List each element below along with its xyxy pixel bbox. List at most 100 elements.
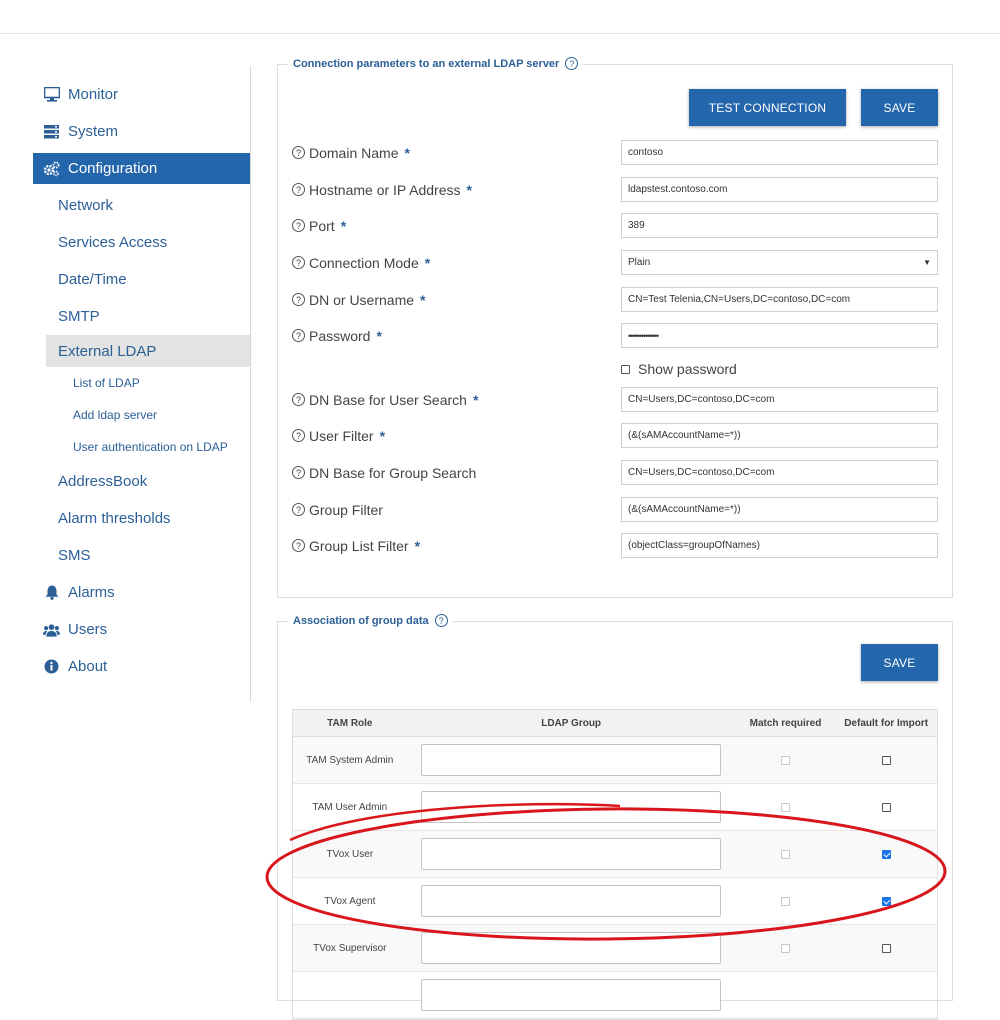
password-input[interactable]: •••••••••••••• [621, 323, 938, 348]
default-import-checkbox[interactable] [881, 802, 891, 812]
sidebar-item-about[interactable]: About [33, 648, 250, 685]
column-header-default-import: Default for Import [844, 717, 929, 729]
table-row: TVox User [293, 831, 937, 878]
dn-base-group-input[interactable]: CN=Users,DC=contoso,DC=com [621, 460, 938, 485]
sidebar-item-alarm-thresholds[interactable]: Alarm thresholds [33, 500, 250, 537]
sidebar-item-addressbook[interactable]: AddressBook [33, 463, 250, 500]
dn-username-input[interactable]: CN=Test Telenia,CN=Users,DC=contoso,DC=c… [621, 287, 938, 312]
sidebar-item-list-of-ldap[interactable]: List of LDAP [33, 367, 250, 399]
field-row-dn-base-user: ? DN Base for User Search * CN=Users,DC=co… [292, 387, 938, 412]
help-icon[interactable]: ? [292, 183, 305, 196]
default-import-checkbox[interactable] [881, 755, 891, 765]
sidebar-item-user-authentication-ldap[interactable]: User authentication on LDAP [33, 431, 250, 463]
help-icon[interactable]: ? [292, 256, 305, 269]
sidebar-item-label: External LDAP [58, 342, 157, 360]
ldap-group-input[interactable] [421, 979, 722, 1011]
top-bar [0, 0, 1000, 34]
table-row: TVox Agent [293, 878, 937, 925]
table-row: TAM System Admin [293, 737, 937, 784]
domain-name-input[interactable]: contoso [621, 140, 938, 165]
save-connection-button[interactable]: SAVE [861, 89, 938, 126]
ldap-group-input[interactable] [421, 791, 722, 823]
help-icon[interactable]: ? [565, 57, 579, 70]
field-row-group-filter: ? Group Filter (&(sAMAccountName=*)) [292, 497, 938, 522]
default-import-checkbox[interactable] [881, 896, 891, 906]
sidebar-item-users[interactable]: Users [33, 611, 250, 648]
sidebar-divider [250, 66, 251, 702]
field-label: ? Port * [292, 218, 621, 234]
hostname-input[interactable]: ldapstest.contoso.com [621, 177, 938, 202]
save-association-button[interactable]: SAVE [861, 644, 938, 681]
sidebar-item-date-time[interactable]: Date/Time [33, 261, 250, 298]
sidebar-item-label: Configuration [68, 160, 158, 177]
sidebar: Monitor System Configuration Network Ser… [33, 76, 250, 685]
ldap-group-input[interactable] [421, 838, 722, 870]
sidebar-item-label: AddressBook [58, 473, 148, 490]
group-association-table: TAM Role LDAP Group Match required Defau… [292, 709, 938, 1020]
dn-base-user-input[interactable]: CN=Users,DC=contoso,DC=com [621, 387, 938, 412]
help-icon[interactable]: ? [292, 429, 305, 442]
field-label: ? Connection Mode * [292, 255, 621, 271]
table-body: TAM System Admin TAM User Admin TVox Use… [293, 737, 937, 1019]
help-icon[interactable]: ? [292, 146, 305, 159]
field-label: ? Group Filter [292, 502, 621, 518]
test-connection-button[interactable]: TEST CONNECTION [689, 89, 846, 126]
group-list-filter-input[interactable]: (objectClass=groupOfNames) [621, 533, 938, 558]
help-icon[interactable]: ? [292, 466, 305, 479]
field-row-connection-mode: ? Connection Mode * Plain ▼ [292, 250, 938, 275]
help-icon[interactable]: ? [292, 329, 305, 342]
help-icon[interactable]: ? [434, 614, 448, 627]
sidebar-item-label: About [68, 658, 108, 675]
sidebar-item-sms[interactable]: SMS [33, 537, 250, 574]
help-icon[interactable]: ? [292, 293, 305, 306]
show-password-checkbox[interactable] [621, 364, 630, 374]
sidebar-item-label: User authentication on LDAP [73, 440, 228, 454]
field-row-hostname: ? Hostname or IP Address * ldapstest.conto… [292, 177, 938, 202]
table-header: TAM Role LDAP Group Match required Defau… [293, 710, 937, 737]
table-row: TAM User Admin [293, 784, 937, 831]
sidebar-item-label: Add ldap server [73, 408, 158, 422]
ldap-group-input[interactable] [421, 932, 722, 964]
sidebar-item-label: System [68, 123, 119, 140]
field-row-group-list-filter: ? Group List Filter * (objectClass=groupOf… [292, 533, 938, 558]
group-association-panel: Association of group data ? SAVE TAM Rol… [277, 614, 953, 1020]
role-cell: TVox User [326, 848, 374, 860]
help-icon[interactable]: ? [292, 219, 305, 232]
sidebar-item-system[interactable]: System [33, 113, 250, 150]
field-label: ? Group List Filter * [292, 538, 621, 554]
connection-mode-select[interactable]: Plain ▼ [621, 250, 938, 275]
sidebar-item-monitor[interactable]: Monitor [33, 76, 250, 113]
role-cell: TVox Supervisor [313, 942, 387, 954]
default-import-checkbox[interactable] [881, 849, 891, 859]
ldap-group-input[interactable] [421, 885, 722, 917]
match-required-checkbox [780, 802, 790, 812]
sidebar-item-smtp[interactable]: SMTP [33, 298, 250, 335]
sidebar-item-alarms[interactable]: Alarms [33, 574, 250, 611]
help-icon[interactable]: ? [292, 393, 305, 406]
field-label: ? Hostname or IP Address * [292, 182, 621, 198]
column-header-match-required: Match required [749, 717, 822, 729]
help-icon[interactable]: ? [292, 539, 305, 552]
sidebar-item-add-ldap-server[interactable]: Add ldap server [33, 399, 250, 431]
user-filter-input[interactable]: (&(sAMAccountName=*)) [621, 423, 938, 448]
port-input[interactable]: 389 [621, 213, 938, 238]
cogs-icon [43, 160, 60, 177]
table-row [293, 972, 937, 1019]
match-required-checkbox [780, 849, 790, 859]
info-icon [43, 658, 60, 675]
sidebar-item-configuration[interactable]: Configuration [33, 153, 250, 184]
group-filter-input[interactable]: (&(sAMAccountName=*)) [621, 497, 938, 522]
match-required-checkbox [780, 755, 790, 765]
sidebar-item-label: Network [58, 197, 114, 214]
sidebar-item-services-access[interactable]: Services Access [33, 224, 250, 261]
help-icon[interactable]: ? [292, 503, 305, 516]
sidebar-item-external-ldap[interactable]: External LDAP [46, 335, 250, 367]
sidebar-item-network[interactable]: Network [33, 187, 250, 224]
ldap-group-input[interactable] [421, 744, 722, 776]
sidebar-item-label: Users [68, 621, 108, 638]
required-marker: * [379, 427, 386, 444]
field-row-password: ? Password * •••••••••••••• [292, 323, 938, 348]
sidebar-item-label: SMS [58, 547, 91, 564]
default-import-checkbox[interactable] [881, 943, 891, 953]
show-password-toggle[interactable]: Show password [621, 361, 737, 377]
